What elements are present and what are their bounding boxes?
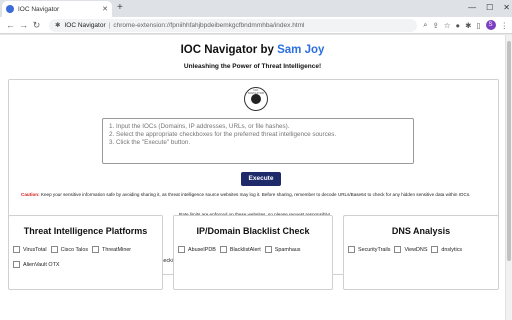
- source-option[interactable]: BlacklistAlert: [219, 246, 261, 253]
- source-option[interactable]: Spamhaus: [264, 246, 301, 253]
- checkbox[interactable]: [92, 246, 100, 253]
- page-title: IOC Navigator by Sam Joy: [0, 44, 505, 56]
- share-icon[interactable]: ⇪: [433, 21, 439, 30]
- ioc-input[interactable]: [102, 118, 414, 164]
- source-option[interactable]: ViewDNS: [394, 246, 427, 253]
- extension-icon[interactable]: ●: [456, 21, 461, 30]
- checkbox[interactable]: [264, 246, 272, 253]
- checkbox-label: Spamhaus: [274, 246, 301, 253]
- address-separator: |: [108, 21, 111, 29]
- author-name: Sam Joy: [277, 44, 325, 56]
- search-icon[interactable]: ⌕: [423, 20, 427, 30]
- checkbox[interactable]: [219, 246, 227, 253]
- caution-text: Keep your sensitive information safe by …: [39, 192, 471, 197]
- extension-puzzle-icon: ✱: [55, 22, 61, 29]
- panel-blacklist: IP/Domain Blacklist Check AbuseIPDB Black…: [173, 215, 333, 290]
- panel-title: DNS Analysis: [391, 226, 451, 236]
- checkbox-label: ThreatMiner: [102, 246, 132, 253]
- checkbox-label: AlienVault OTX: [23, 261, 60, 268]
- logo: IOC NAVIGATOR: [244, 87, 268, 111]
- tab-strip: IOC Navigator ✕ + — ☐ ✕: [0, 0, 512, 17]
- source-option[interactable]: AbuseIPDB: [178, 246, 216, 253]
- source-list: SecurityTrails ViewDNS dnslytics: [348, 246, 494, 253]
- execute-button[interactable]: Execute: [241, 172, 281, 186]
- reload-button[interactable]: ↻: [30, 20, 43, 31]
- puzzle-icon[interactable]: ✱: [465, 21, 471, 30]
- minimize-icon[interactable]: —: [468, 0, 476, 16]
- checkbox-label: SecurityTrails: [358, 246, 391, 253]
- address-bar[interactable]: ✱ IOC Navigator | chrome-extension://fpn…: [49, 18, 418, 32]
- caution-notice: Caution: Keep your sensitive information…: [21, 191, 491, 198]
- profile-avatar[interactable]: S: [485, 20, 496, 30]
- source-list: VirusTotal Cisco Talos ThreatMiner AlienVau…: [13, 246, 158, 268]
- source-option[interactable]: ThreatMiner: [92, 246, 131, 253]
- checkbox-label: BlacklistAlert: [229, 246, 261, 253]
- checkbox-label: AbuseIPDB: [188, 246, 216, 253]
- close-window-icon[interactable]: ✕: [503, 0, 510, 16]
- forward-button[interactable]: →: [17, 20, 30, 30]
- panel-threat-intel: Threat Intelligence Platforms VirusTotal…: [8, 215, 163, 290]
- window-controls: — ☐ ✕: [468, 0, 510, 16]
- back-button[interactable]: ←: [4, 20, 17, 30]
- side-panel-icon[interactable]: ▯: [476, 21, 480, 30]
- checkbox-label: ViewDNS: [404, 246, 428, 253]
- favicon-icon: [6, 5, 14, 13]
- source-option[interactable]: VirusTotal: [13, 246, 47, 253]
- toolbar-icons: ⌕ ⇪ ☆ ● ✱ ▯ S ⋮: [423, 20, 508, 30]
- maximize-icon[interactable]: ☐: [486, 0, 493, 16]
- checkbox[interactable]: [394, 246, 402, 253]
- checkbox[interactable]: [13, 246, 20, 253]
- browser-toolbar: ← → ↻ ✱ IOC Navigator | chrome-extension…: [0, 17, 512, 34]
- bookmark-star-icon[interactable]: ☆: [444, 21, 451, 30]
- checkbox[interactable]: [13, 261, 20, 268]
- checkbox[interactable]: [348, 246, 355, 253]
- checkbox[interactable]: [178, 246, 185, 253]
- source-option[interactable]: SecurityTrails: [348, 246, 390, 253]
- caution-label: Caution:: [21, 192, 40, 197]
- source-option[interactable]: AlienVault OTX: [13, 261, 59, 268]
- new-tab-button[interactable]: +: [117, 2, 123, 14]
- menu-kebab-icon[interactable]: ⋮: [501, 21, 509, 30]
- title-prefix: IOC Navigator by: [180, 44, 278, 56]
- scrollbar[interactable]: [505, 35, 512, 320]
- checkbox-label: VirusTotal: [23, 246, 47, 253]
- source-list: AbuseIPDB BlacklistAlert Spamhaus: [178, 246, 328, 253]
- tab-title: IOC Navigator: [18, 5, 60, 13]
- source-option[interactable]: Cisco Talos: [50, 246, 89, 253]
- page-subtitle: Unleashing the Power of Threat Intellige…: [183, 63, 322, 70]
- logo-emblem-icon: [251, 94, 261, 104]
- checkbox-label: Cisco Talos: [60, 246, 89, 253]
- scrollbar-thumb[interactable]: [507, 41, 511, 261]
- panel-dns: DNS Analysis SecurityTrails ViewDNS dnslyt…: [343, 215, 499, 290]
- checkbox-label: dnslytics: [441, 246, 463, 253]
- checkbox[interactable]: [50, 246, 58, 253]
- source-option[interactable]: dnslytics: [431, 246, 462, 253]
- close-tab-icon[interactable]: ✕: [102, 5, 108, 13]
- site-label: IOC Navigator: [64, 21, 106, 29]
- panel-title: IP/Domain Blacklist Check: [196, 226, 310, 236]
- panel-title: Threat Intelligence Platforms: [23, 226, 148, 236]
- checkbox[interactable]: [431, 246, 439, 253]
- url-text: chrome-extension://fpniihhfahjbpdeibemkg…: [113, 21, 305, 29]
- browser-tab[interactable]: IOC Navigator ✕: [2, 1, 112, 17]
